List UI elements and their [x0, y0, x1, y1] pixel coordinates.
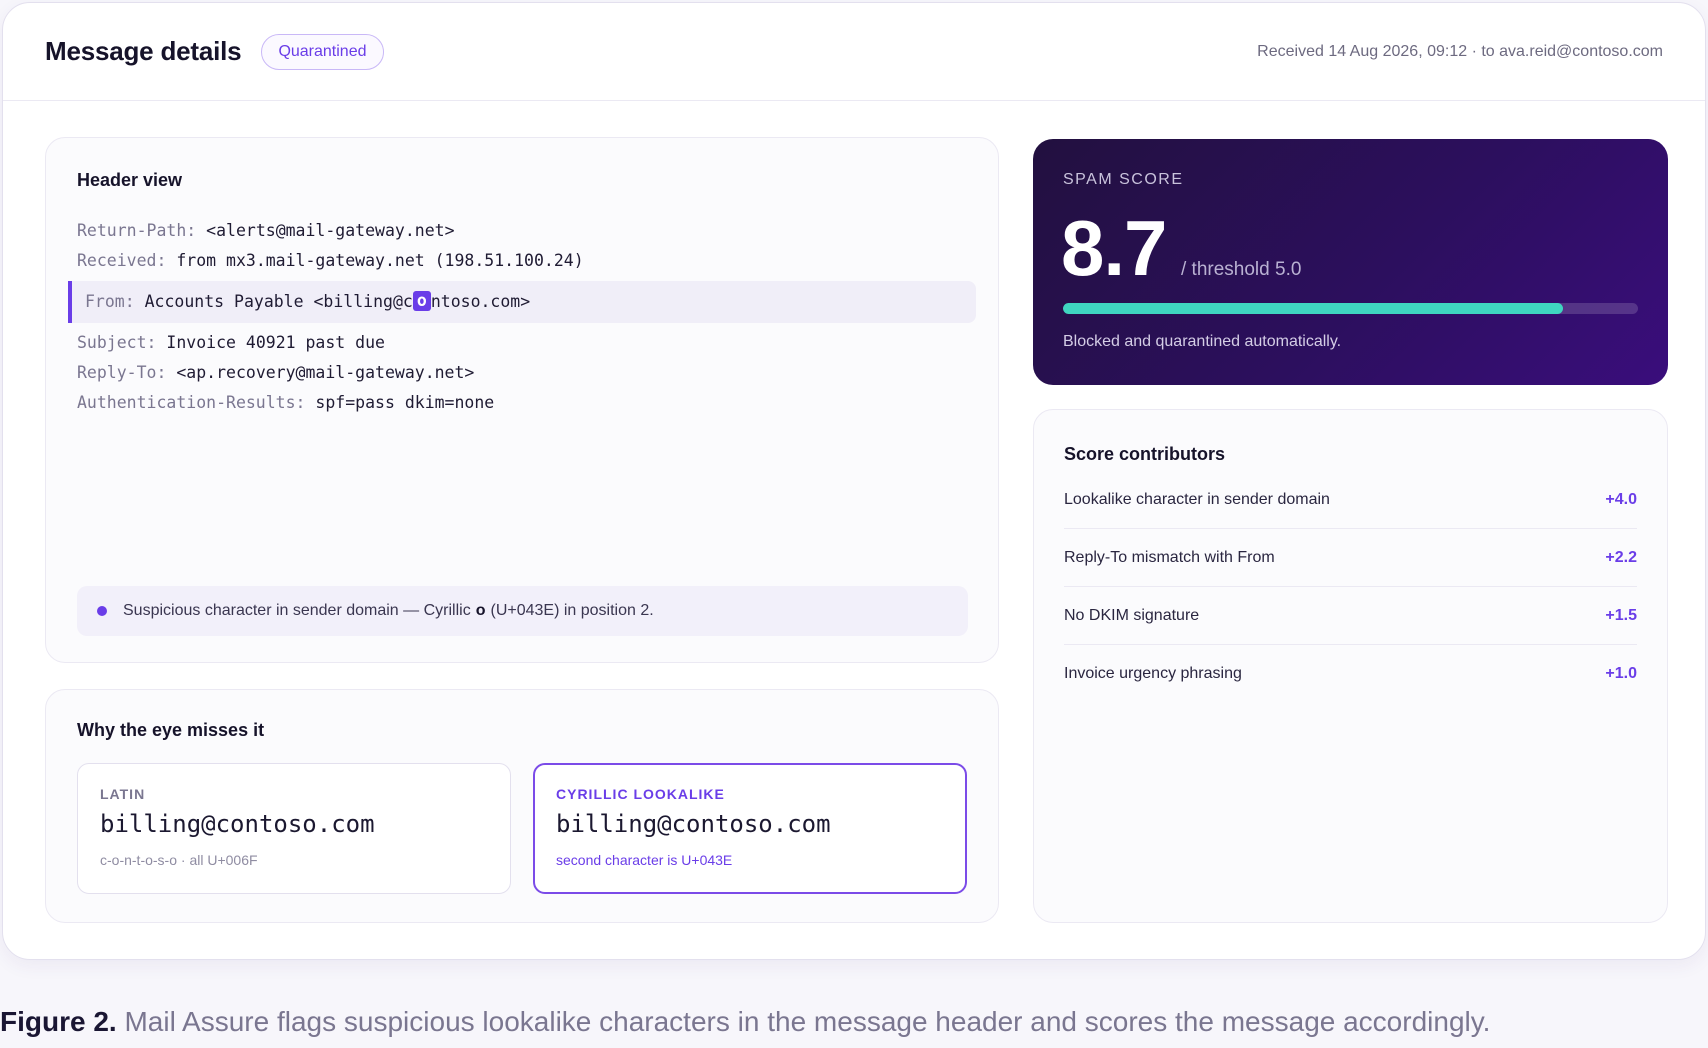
contributor-points: +4.0 — [1605, 490, 1637, 508]
contributor-label: Lookalike character in sender domain — [1064, 490, 1330, 508]
message-details-window: Message details Quarantined Received 14 … — [2, 2, 1706, 960]
header-line-from-highlighted: From: Accounts Payable <billing@c o ntoso.… — [68, 281, 976, 323]
spam-score-note: Blocked and quarantined automatically. — [1063, 333, 1342, 350]
header-key: From: — [85, 292, 135, 311]
score-contributors-card: Score contributors Lookalike character i… — [1033, 409, 1668, 923]
latin-note: c-o-n-t-o-s-o · all U+006F — [100, 852, 258, 868]
header-value: spf=pass dkim=none — [315, 393, 495, 412]
contributor-row: Reply-To mismatch with From +2.2 — [1064, 529, 1637, 587]
header-line-auth-results: Authentication-Results: spf=pass dkim=no… — [77, 388, 976, 418]
figure-label: Figure 2. — [0, 1006, 117, 1037]
suspicious-char-alert: Suspicious character in sender domain — … — [77, 586, 968, 636]
received-info: Received 14 Aug 2026, 09:12 · to ava.rei… — [1257, 42, 1663, 60]
header-line-return-path: Return-Path: <alerts@mail-gateway.net> — [77, 216, 976, 246]
header-value-part: Accounts Payable <billing@c — [144, 292, 413, 311]
header-value: <alerts@mail-gateway.net> — [206, 221, 455, 240]
header-value: <ap.recovery@mail-gateway.net> — [176, 363, 475, 382]
top-bar: Message details Quarantined Received 14 … — [3, 3, 1705, 101]
contributors-title: Score contributors — [1064, 444, 1226, 464]
page-title: Message details — [45, 36, 242, 66]
header-line-subject: Subject: Invoice 40921 past due — [77, 328, 976, 358]
spam-score-card: SPAM SCORE 8.7 / threshold 5.0 Blocked a… — [1033, 139, 1668, 385]
spam-score-value: 8.7 — [1061, 204, 1167, 292]
spam-score-bar — [1063, 303, 1638, 314]
alert-dot-icon — [97, 606, 107, 616]
header-view-card: Header view Return-Path: <alerts@mail-ga… — [45, 137, 999, 663]
header-key: Subject: — [77, 333, 157, 352]
cyrillic-address: billing@cоntoso.com — [556, 810, 831, 838]
contributor-row: Lookalike character in sender domain +4.… — [1064, 471, 1637, 529]
suspicious-char-highlight: o — [412, 290, 431, 311]
status-badge: Quarantined — [261, 33, 384, 70]
latin-address: billing@contoso.com — [100, 810, 375, 838]
header-key: Authentication-Results: — [77, 393, 306, 412]
header-value: Invoice 40921 past due — [166, 333, 385, 352]
cyrillic-label: CYRILLIC LOOKALIKE — [556, 786, 725, 802]
latin-label: LATIN — [100, 786, 146, 802]
header-value-part: ntoso.com> — [430, 292, 531, 311]
contributor-label: Invoice urgency phrasing — [1064, 665, 1242, 682]
alert-text-before: Suspicious character in sender domain — … — [123, 602, 471, 619]
cyrillic-comparison: CYRILLIC LOOKALIKE billing@cоntoso.com s… — [533, 763, 967, 894]
alert-char: о — [475, 602, 486, 619]
why-title: Why the eye misses it — [77, 720, 265, 740]
contributor-points: +1.0 — [1605, 665, 1637, 682]
header-line-received: Received: from mx3.mail-gateway.net (198… — [77, 246, 976, 276]
contributor-row: Invoice urgency phrasing +1.0 — [1064, 645, 1637, 703]
latin-comparison: LATIN billing@contoso.com c-o-n-t-o-s-o … — [77, 763, 511, 894]
spam-score-label: SPAM SCORE — [1063, 171, 1184, 188]
contributor-row: No DKIM signature +1.5 — [1064, 587, 1637, 645]
header-view-title: Header view — [77, 170, 183, 190]
header-lines: Return-Path: <alerts@mail-gateway.net> R… — [68, 216, 976, 418]
spam-score-threshold: / threshold 5.0 — [1181, 259, 1302, 280]
header-key: Received: — [77, 251, 167, 270]
why-eye-misses-card: Why the eye misses it LATIN billing@cont… — [45, 689, 999, 923]
alert-text-after: (U+043E) in position 2. — [490, 602, 654, 619]
figure-caption: Figure 2. Mail Assure flags suspicious l… — [0, 1006, 1490, 1038]
contributor-points: +1.5 — [1605, 606, 1637, 624]
figure-caption-text: Mail Assure flags suspicious lookalike c… — [124, 1006, 1491, 1037]
header-line-reply-to: Reply-To: <ap.recovery@mail-gateway.net> — [77, 358, 976, 388]
header-key: Return-Path: — [77, 221, 197, 240]
contributor-points: +2.2 — [1605, 548, 1637, 566]
header-key: Reply-To: — [77, 363, 167, 382]
header-value: from mx3.mail-gateway.net (198.51.100.24… — [176, 251, 584, 270]
contributor-label: No DKIM signature — [1064, 606, 1200, 624]
contributor-label: Reply-To mismatch with From — [1064, 548, 1275, 566]
spam-score-bar-fill — [1063, 303, 1564, 314]
cyrillic-note: second character is U+043E — [556, 852, 733, 868]
